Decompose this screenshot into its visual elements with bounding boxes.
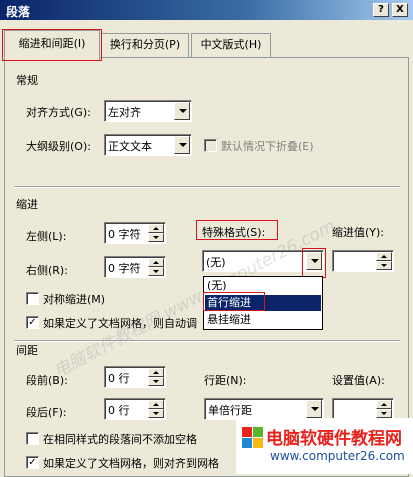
spin-down-icon[interactable] [148, 377, 164, 386]
close-button[interactable]: X [392, 3, 408, 17]
spin-down-icon[interactable] [148, 267, 164, 276]
mirror-indents-label: 对称缩进(M) [43, 293, 106, 306]
spin-down-icon[interactable] [376, 409, 392, 418]
snap-grid-checkbox[interactable]: ✓ [26, 456, 39, 469]
line-spacing-label: 行距(N): [204, 374, 247, 387]
right-indent-spinner[interactable]: 0 字符 [104, 256, 166, 278]
spacing-at-label: 设置值(A): [332, 374, 385, 387]
title-bar: 段落 ? X [0, 0, 413, 20]
spin-up-icon[interactable] [148, 258, 164, 267]
spacing-at-spinner[interactable] [332, 398, 394, 420]
option-highlight-box [203, 292, 265, 311]
alignment-value: 左对齐 [108, 106, 141, 119]
dropdown-arrow-highlight-box [302, 248, 326, 278]
right-indent-value: 0 字符 [108, 262, 141, 275]
space-before-spinner[interactable]: 0 行 [104, 366, 166, 388]
spin-up-icon[interactable] [148, 224, 164, 233]
space-before-value: 0 行 [108, 372, 130, 385]
outline-level-label: 大纲级别(O): [26, 140, 91, 153]
left-indent-label: 左侧(L): [26, 230, 67, 243]
tab-asian-typography-label: 中文版式(H) [200, 38, 262, 51]
space-after-spinner[interactable]: 0 行 [104, 398, 166, 420]
brand-name: 电脑软硬件教程网 [266, 429, 402, 449]
tab-asian-typography[interactable]: 中文版式(H) [191, 33, 271, 57]
windows-logo-red-icon [242, 427, 252, 437]
chevron-down-icon[interactable] [174, 102, 190, 120]
alignment-combo[interactable]: 左对齐 [104, 100, 192, 122]
spin-up-icon[interactable] [376, 400, 392, 409]
outline-level-combo[interactable]: 正文文本 [104, 134, 192, 156]
brand-url: www.computer26.com [270, 449, 405, 463]
line-spacing-combo[interactable]: 单倍行距 [204, 398, 324, 420]
special-indent-label: 特殊格式(S): [202, 226, 266, 239]
spin-down-icon[interactable] [148, 409, 164, 418]
dropdown-option-hanging[interactable]: 悬挂缩进 [205, 312, 321, 328]
tab-indent-spacing-label: 缩进和间距(I) [18, 37, 86, 50]
tab-indent-spacing[interactable]: 缩进和间距(I) [4, 30, 100, 60]
left-indent-spinner[interactable]: 0 字符 [104, 222, 166, 244]
windows-logo-green-icon [253, 427, 263, 437]
spin-down-icon[interactable] [148, 233, 164, 242]
chevron-down-icon[interactable] [306, 400, 322, 418]
auto-adjust-checkbox[interactable]: ✓ [26, 316, 39, 329]
no-space-label: 在相同样式的段落间不添加空格 [43, 433, 197, 446]
spin-up-icon[interactable] [148, 368, 164, 377]
general-section-title: 常规 [16, 74, 38, 87]
space-after-value: 0 行 [108, 404, 130, 417]
tab-line-page-breaks-label: 换行和分页(P) [109, 38, 181, 51]
help-button[interactable]: ? [373, 3, 389, 17]
chevron-down-icon[interactable] [174, 136, 190, 154]
tab-line-page-breaks[interactable]: 换行和分页(P) [101, 33, 189, 57]
spin-down-icon[interactable] [376, 261, 392, 270]
collapse-checkbox[interactable] [204, 139, 217, 152]
window-title: 段落 [6, 5, 31, 19]
indent-by-spinner[interactable] [332, 250, 394, 272]
divider [14, 340, 400, 342]
right-indent-label: 右侧(R): [26, 264, 68, 277]
brand-logo-overlay: 电脑软硬件教程网 www.computer26.com [236, 418, 413, 474]
line-spacing-value: 单倍行距 [208, 404, 252, 417]
windows-logo-yellow-icon [253, 438, 263, 448]
no-space-checkbox[interactable] [26, 432, 39, 445]
mirror-indents-checkbox[interactable] [26, 292, 39, 305]
outline-level-value: 正文文本 [108, 140, 152, 153]
snap-grid-label: 如果定义了文档网格，则对齐到网格 [43, 457, 219, 470]
space-after-label: 段后(F): [26, 406, 67, 419]
spin-up-icon[interactable] [148, 400, 164, 409]
collapse-label: 默认情况下折叠(E) [221, 140, 314, 153]
divider [14, 186, 400, 188]
left-indent-value: 0 字符 [108, 228, 141, 241]
spin-up-icon[interactable] [376, 252, 392, 261]
alignment-label: 对齐方式(G): [26, 106, 91, 119]
indent-by-label: 缩进值(Y): [332, 226, 385, 239]
spacing-section-title: 间距 [16, 344, 38, 357]
indent-section-title: 缩进 [16, 198, 38, 211]
windows-logo-blue-icon [242, 438, 252, 448]
